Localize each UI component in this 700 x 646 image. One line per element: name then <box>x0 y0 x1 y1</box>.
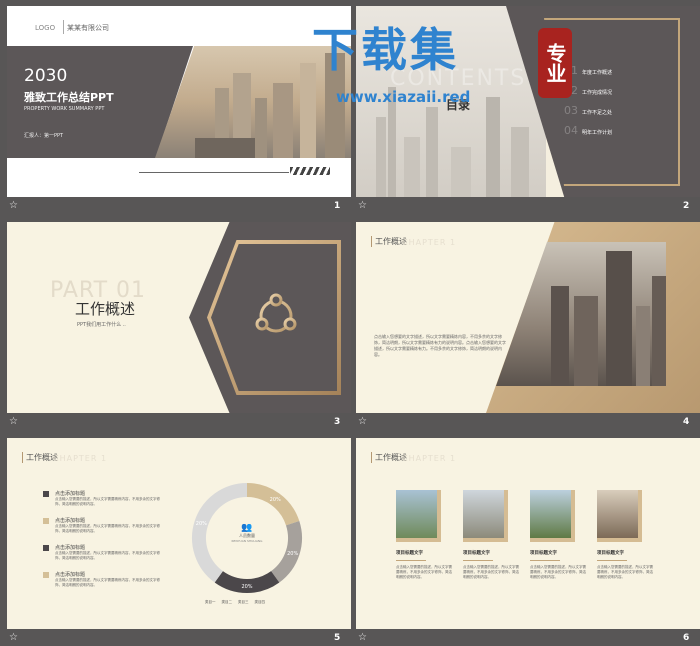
list-item: 点击添加标题 点击输入您需要的描述，所以文字需要精炼内容，不用多余的文字修饰，简洁… <box>43 490 165 507</box>
main-title: 雅致工作总结PPT <box>24 91 114 104</box>
legend-item: 类目四 <box>254 600 266 604</box>
body-paragraph: 点击输入您想要的文字描述，所以文字需要精炼内容，不用多余的文字修饰，简洁明朗，所… <box>374 334 506 357</box>
slide-thumbnail-4[interactable]: 工作概述 CHAPTER 1 点击输入您想要的文字描述，所以文字需要精炼内容，不… <box>356 222 700 413</box>
slide-number: 3 <box>334 417 341 427</box>
reporter: 汇报人：第一PPT <box>24 133 64 139</box>
company-name: 某某有限公司 <box>67 24 109 32</box>
part-subtitle: PPT我们用工作什么 .. <box>77 322 126 328</box>
slide-thumbnail-3[interactable]: PART 01 工作概述 PPT我们用工作什么 .. <box>7 222 351 413</box>
center-subtitle: RENYUAN SHULIANG <box>231 539 263 543</box>
project-photo <box>530 490 575 542</box>
slide-number: 1 <box>334 201 341 211</box>
slide-thumbnail-5[interactable]: 工作概述 CHAPTER 1 点击添加标题 点击输入您需要的描述，所以文字需要精炼… <box>7 438 351 629</box>
chapter-bg-text: CHAPTER 1 <box>402 454 457 463</box>
slide-number: 4 <box>683 417 690 427</box>
project-card[interactable]: 项目标题文字 点击输入您需要的描述，所以文字需要精炼，不用多余的文字修饰，简洁明… <box>463 490 519 580</box>
chart-legend: 类目一 类目二 类目三 类目四 <box>205 600 265 605</box>
project-photo <box>396 490 441 542</box>
transition-star-icon[interactable]: ☆ <box>9 632 18 643</box>
transition-star-icon[interactable]: ☆ <box>9 416 18 427</box>
list-item: 点击添加标题 点击输入您需要的描述，所以文字需要精炼内容，不用多余的文字修饰，简洁… <box>43 544 165 561</box>
part-title: 工作概述 <box>75 300 136 318</box>
watermark-seal: 专业 <box>538 28 572 98</box>
legend-item: 类目二 <box>221 600 233 604</box>
watermark-url: www.xiazaii.red <box>336 88 471 106</box>
slide-thumbnail-1[interactable]: LOGO 某某有限公司 2030 雅致工作总结PPT PROPERTY WORK… <box>7 6 351 197</box>
transition-star-icon[interactable]: ☆ <box>358 632 367 643</box>
list-item: 点击添加标题 点击输入您需要的描述，所以文字需要精炼内容，不用多余的文字修饰，简洁… <box>43 517 165 534</box>
slide-thumbnail-6[interactable]: 工作概述 CHAPTER 1 项目标题文字 点击输入您需要的描述，所以文字需要精… <box>356 438 700 629</box>
donut-label: 20% <box>196 521 207 527</box>
stripe-decoration <box>290 167 330 175</box>
project-photo <box>463 490 508 542</box>
transition-star-icon[interactable]: ☆ <box>9 200 18 211</box>
slide-number: 2 <box>683 201 690 211</box>
list-item: 点击添加标题 点击输入您需要的描述，所以文字需要精炼内容，不用多余的文字修饰，简洁… <box>43 571 165 588</box>
toc-item[interactable]: 03 工作不足之处 <box>564 104 612 117</box>
chapter-bg-text: CHAPTER 1 <box>53 454 108 463</box>
slide-number: 5 <box>334 633 341 643</box>
donut-label: 20% <box>270 497 281 503</box>
toc-item[interactable]: 04 明年工作计划 <box>564 124 612 137</box>
project-card[interactable]: 项目标题文字 点击输入您需要的描述，所以文字需要精炼，不用多余的文字修饰，简洁明… <box>597 490 653 580</box>
slide-number: 6 <box>683 633 690 643</box>
legend-item: 类目一 <box>205 600 216 604</box>
project-photo <box>597 490 642 542</box>
donut-label: 20% <box>241 584 252 590</box>
skyscraper-photo <box>496 242 666 386</box>
donut-segment <box>246 483 300 526</box>
watermark-title: 下载集 <box>312 23 459 77</box>
donut-label: 20% <box>287 551 298 557</box>
project-card[interactable]: 项目标题文字 点击输入您需要的描述，所以文字需要精炼，不用多余的文字修饰，简洁明… <box>530 490 586 580</box>
card-row: 项目标题文字 点击输入您需要的描述，所以文字需要精炼，不用多余的文字修饰，简洁明… <box>396 490 653 580</box>
chapter-bg-text: CHAPTER 1 <box>402 238 457 247</box>
transition-star-icon[interactable]: ☆ <box>358 416 367 427</box>
logo-text: LOGO <box>35 24 56 32</box>
bullet-list: 点击添加标题 点击输入您需要的描述，所以文字需要精炼内容，不用多余的文字修饰，简洁… <box>43 490 165 588</box>
legend-item: 类目三 <box>238 600 249 604</box>
network-icon <box>255 293 297 333</box>
project-card[interactable]: 项目标题文字 点击输入您需要的描述，所以文字需要精炼，不用多余的文字修饰，简洁明… <box>396 490 452 580</box>
subtitle: PROPERTY WORK SUMMARY PPT <box>24 106 105 112</box>
transition-star-icon[interactable]: ☆ <box>358 200 367 211</box>
people-icon: 👥 <box>241 523 253 533</box>
donut-center: 👥 人员数量 RENYUAN SHULIANG <box>217 523 277 543</box>
year-text: 2030 <box>24 66 68 86</box>
